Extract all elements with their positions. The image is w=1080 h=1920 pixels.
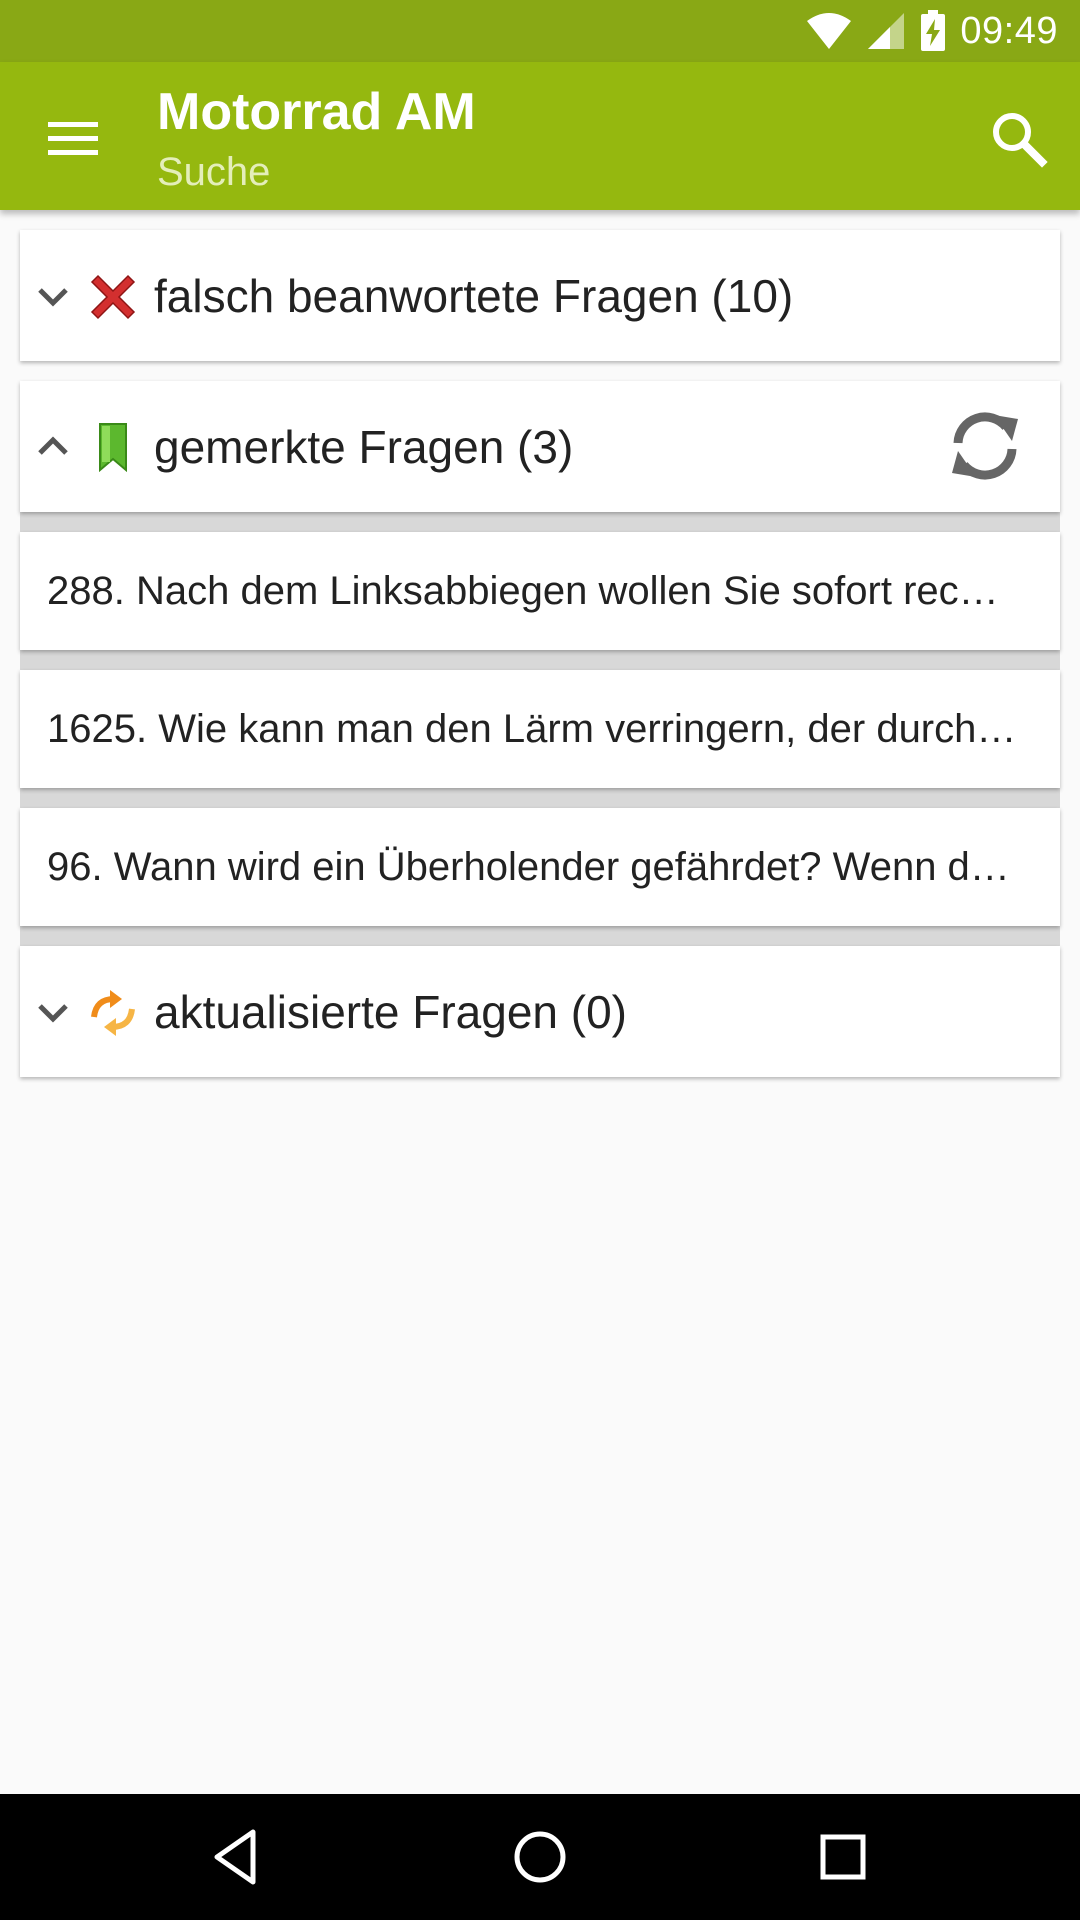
- status-icons: 09:49: [806, 8, 1058, 54]
- list-item[interactable]: 288. Nach dem Linksabbiegen wollen Sie s…: [20, 532, 1060, 650]
- green-bookmark-icon: [99, 422, 127, 472]
- search-icon[interactable]: [984, 104, 1054, 174]
- chevron-down-icon: [38, 287, 68, 307]
- expandable-list: falsch beanwortete Fragen (10) gemerkte …: [20, 230, 1060, 1077]
- chevron-down-icon: [38, 1003, 68, 1023]
- group-label: gemerkte Fragen (3): [154, 420, 574, 473]
- group-children: 288. Nach dem Linksabbiegen wollen Sie s…: [20, 512, 1060, 946]
- question-text: 1625. Wie kann man den Lärm verringern, …: [47, 706, 1017, 751]
- wifi-icon: [807, 13, 852, 49]
- status-time: 09:49: [960, 9, 1058, 52]
- orange-update-arrows-icon: [91, 989, 135, 1036]
- home-icon[interactable]: [507, 1824, 573, 1890]
- app-bar: Motorrad AM Suche: [0, 62, 1080, 210]
- list-item[interactable]: 96. Wann wird ein Überholender gefährdet…: [20, 808, 1060, 926]
- battery-charging-icon: [921, 10, 946, 51]
- menu-icon[interactable]: [38, 110, 108, 166]
- chevron-up-icon: [38, 435, 68, 455]
- group-wrong-answers[interactable]: falsch beanwortete Fragen (10): [20, 230, 1060, 361]
- refresh-icon[interactable]: [944, 405, 1026, 487]
- navigation-bar: [0, 1794, 1080, 1920]
- group-label: falsch beanwortete Fragen (10): [154, 269, 794, 322]
- group-label: aktualisierte Fragen (0): [154, 985, 627, 1038]
- recents-icon[interactable]: [810, 1824, 876, 1890]
- app-title: Motorrad AM: [157, 83, 476, 141]
- red-x-icon: [90, 274, 136, 319]
- status-bar: 09:49: [0, 0, 1080, 62]
- app-subtitle: Suche: [157, 150, 271, 194]
- group-bookmarked[interactable]: gemerkte Fragen (3): [20, 381, 1060, 512]
- back-icon[interactable]: [205, 1824, 271, 1890]
- group-updated[interactable]: aktualisierte Fragen (0): [20, 946, 1060, 1077]
- cell-signal-icon: [868, 13, 905, 49]
- question-text: 96. Wann wird ein Überholender gefährdet…: [47, 844, 1010, 889]
- question-text: 288. Nach dem Linksabbiegen wollen Sie s…: [47, 568, 999, 613]
- list-item[interactable]: 1625. Wie kann man den Lärm verringern, …: [20, 670, 1060, 788]
